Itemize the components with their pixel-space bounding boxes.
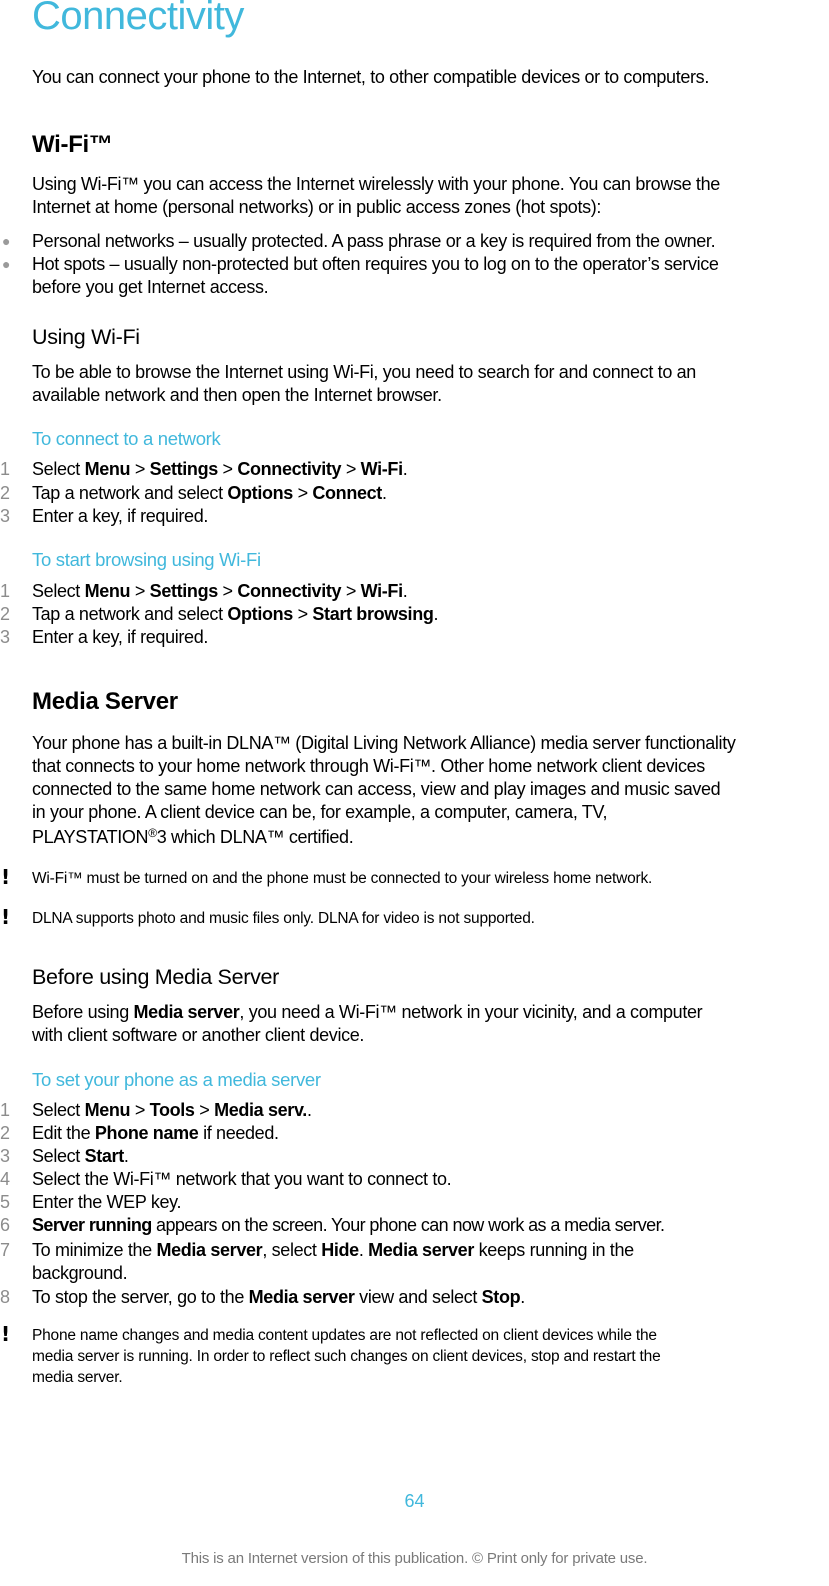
- wifi-heading: Wi-Fi™: [32, 131, 113, 158]
- page-number: 64: [404, 1491, 425, 1511]
- exclamation-icon: !: [1, 1322, 10, 1346]
- procedure-title-set-server: To set your phone as a media server: [32, 1069, 321, 1090]
- exclamation-icon: !: [1, 865, 10, 889]
- media-server-line: in your phone. A client device can be, f…: [32, 802, 608, 822]
- using-wifi-heading: Using Wi-Fi: [32, 325, 140, 349]
- before-using-line2: with client software or another client d…: [32, 1025, 365, 1045]
- before-using-heading: Before using Media Server: [32, 965, 280, 989]
- using-wifi-paragraph-line2: available network and then open the Inte…: [32, 385, 442, 405]
- exclamation-icon: !: [1, 905, 10, 929]
- procedure-title-browse: To start browsing using Wi-Fi: [32, 549, 261, 570]
- footer-notice: This is an Internet version of this publ…: [181, 1550, 648, 1567]
- wifi-paragraph-line2: Internet at home (personal networks) or …: [32, 197, 602, 217]
- intro-paragraph: You can connect your phone to the Intern…: [32, 67, 709, 87]
- bullet-icon: ●: [2, 256, 11, 272]
- using-wifi-paragraph-line1: To be able to browse the Internet using …: [32, 362, 696, 382]
- wifi-paragraph-line1: Using Wi-Fi™ you can access the Internet…: [32, 174, 720, 194]
- bullet-icon: ●: [2, 233, 11, 249]
- page-title: Connectivity: [32, 0, 244, 38]
- before-using-line1: Before using Media server, you need a Wi…: [32, 1002, 703, 1022]
- media-server-line: PLAYSTATION®3 which DLNA™ certified.: [32, 826, 354, 847]
- media-server-line: connected to the same home network can a…: [32, 779, 721, 799]
- media-server-line: Your phone has a built-in DLNA™ (Digital…: [32, 733, 736, 753]
- procedure-title-connect: To connect to a network: [32, 428, 221, 449]
- media-server-heading: Media Server: [32, 688, 178, 715]
- media-server-line: that connects to your home network throu…: [32, 756, 705, 776]
